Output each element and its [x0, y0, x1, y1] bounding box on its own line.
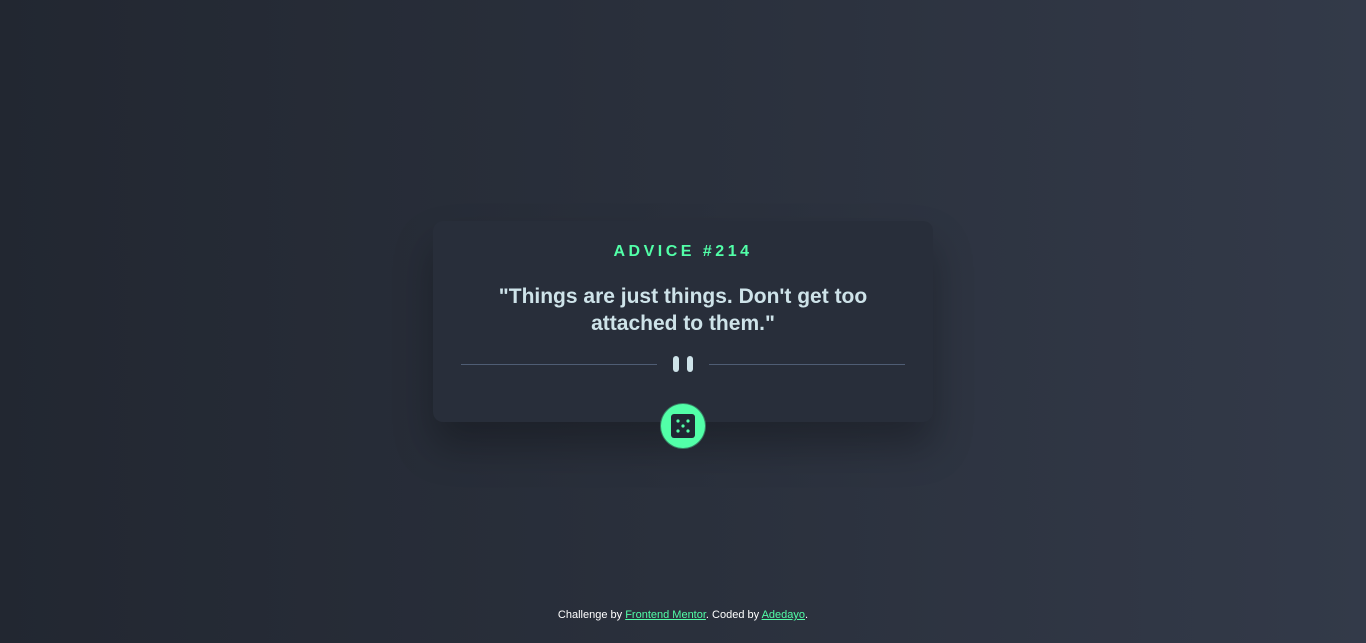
- pause-bar-left: [673, 356, 679, 372]
- divider-line-left: [461, 364, 657, 365]
- author-link[interactable]: Adedayo: [762, 609, 805, 621]
- footer-prefix: Challenge by: [557, 609, 626, 621]
- footer-middle: . Coded by: [705, 609, 762, 621]
- pause-icon: [673, 356, 693, 372]
- footer-suffix: .: [805, 609, 809, 621]
- frontend-mentor-link[interactable]: Frontend Mentor: [625, 609, 706, 621]
- advice-card: ADVICE #214 "Things are just things. Don…: [433, 221, 933, 422]
- advice-number: ADVICE #214: [613, 243, 753, 260]
- attribution-footer: Challenge by Frontend Mentor. Coded by A…: [0, 609, 1366, 621]
- dice-icon: [671, 414, 695, 438]
- advice-quote: "Things are just things. Don't get too a…: [498, 285, 868, 335]
- pause-bar-right: [687, 356, 693, 372]
- divider-line-right: [709, 364, 905, 365]
- divider: [461, 355, 905, 373]
- generate-advice-button[interactable]: [661, 404, 705, 448]
